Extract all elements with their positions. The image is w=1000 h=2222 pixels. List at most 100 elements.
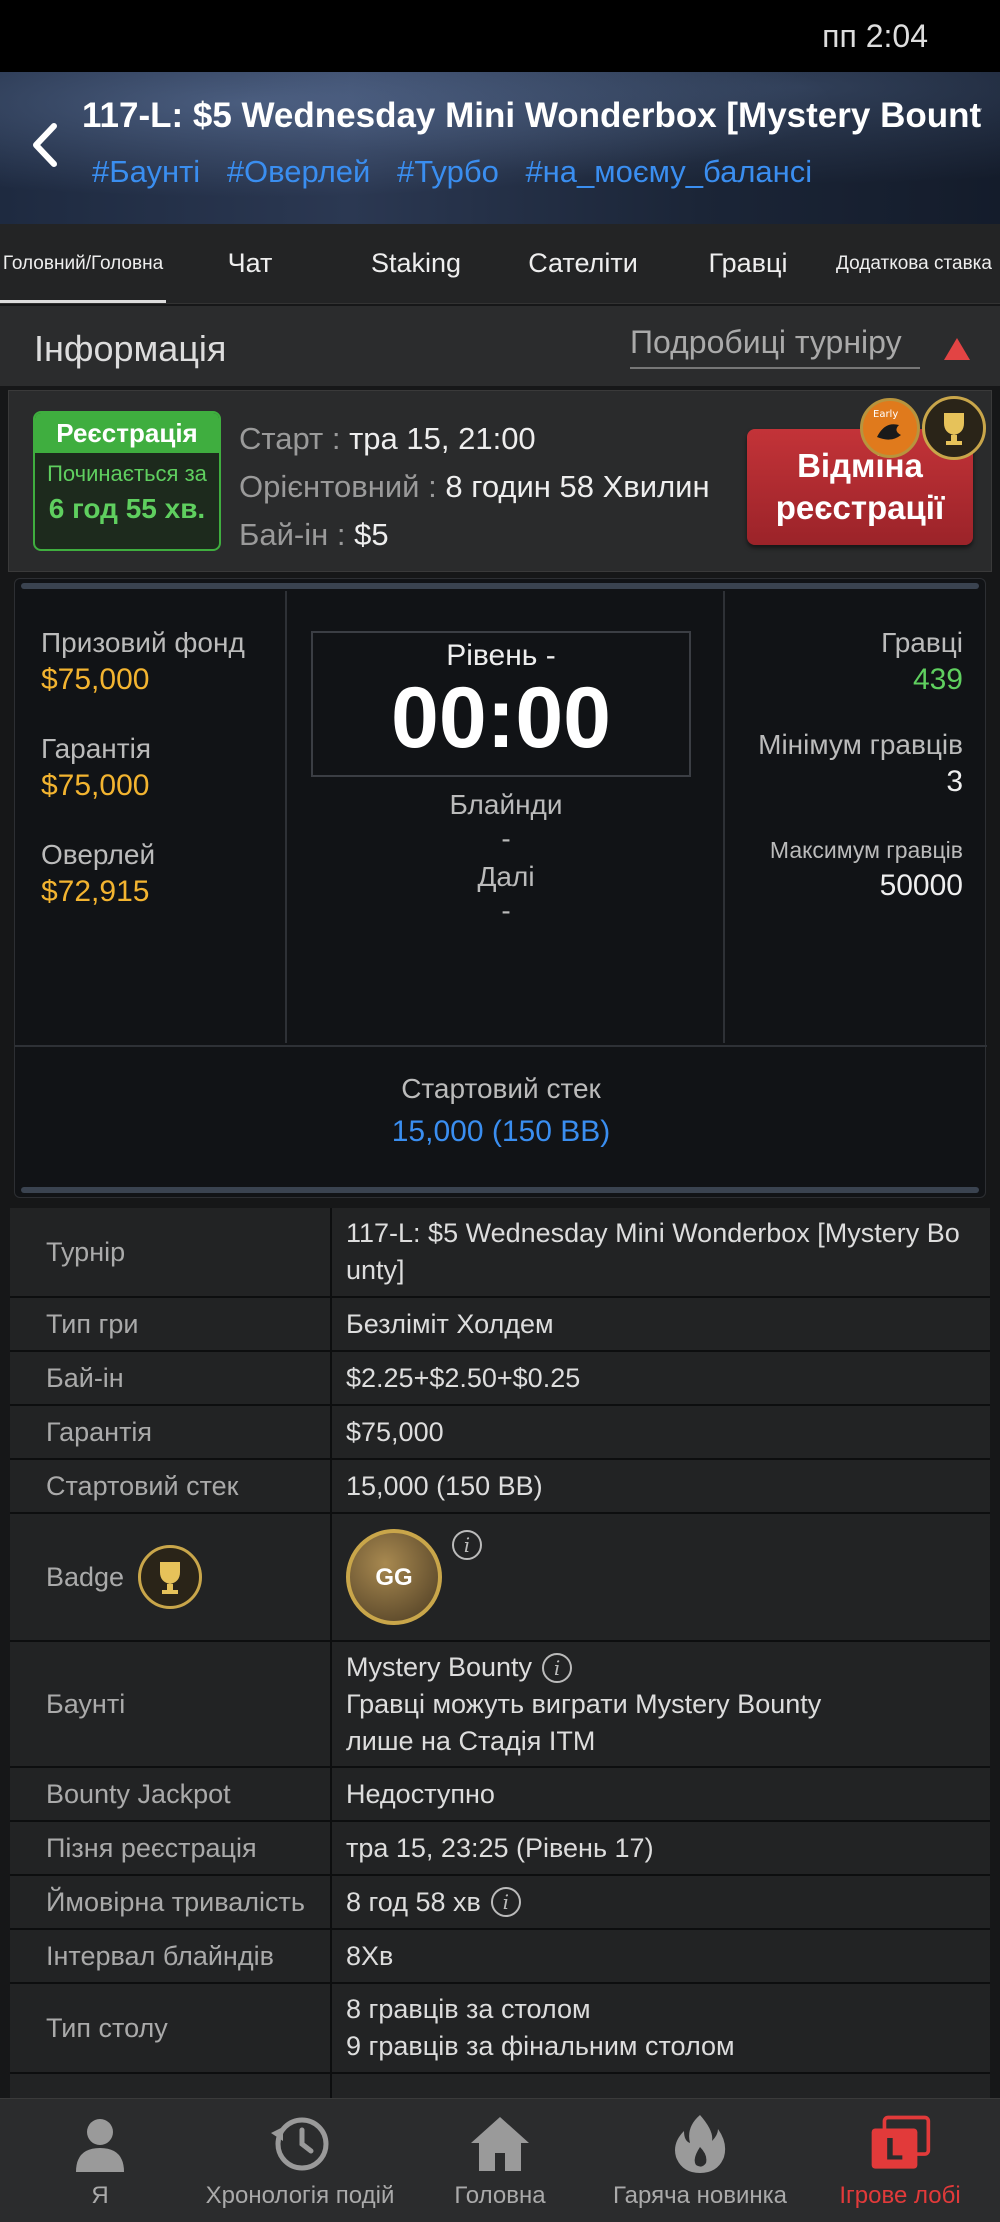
cancel-label-line2: реєстрації [775, 489, 945, 526]
nav-label: Хронологія подій [205, 2182, 395, 2209]
row-label: Тип гри [10, 1298, 332, 1350]
gg-badge-icon[interactable]: GG [346, 1529, 442, 1625]
estimated-label: Орієнтовний : [239, 469, 437, 504]
row-value: Безліміт Холдем [346, 1308, 554, 1339]
starting-stack-label: Стартовий стек [401, 1073, 601, 1104]
info-icon[interactable]: i [542, 1653, 573, 1684]
level-label: Рівень - [446, 639, 556, 672]
row-value: 8 гравців за столом 9 гравців за фінальн… [332, 1984, 990, 2072]
tournament-details-table: Турнір 117-L: $5 Wednesday Mini Wonderbo… [10, 1208, 990, 2104]
section-title: Інформація [34, 328, 227, 369]
table-row: Стартовий стек 15,000 (150 BB) [10, 1460, 990, 1514]
tournament-stats-panel: Призовий фонд $75,000 Гарантія $75,000 О… [14, 578, 987, 1198]
nav-label: Головна [454, 2182, 546, 2209]
row-label: Пізня реєстрація [10, 1822, 332, 1874]
tab-bar: Головний/Головна Чат Staking Сателіти Гр… [0, 224, 1000, 304]
next-value: - [501, 895, 511, 926]
row-label: Гарантія [10, 1406, 332, 1458]
status-time: пп 2:04 [822, 18, 928, 54]
nav-item-me[interactable]: Я [0, 2099, 200, 2222]
nav-item-history[interactable]: Хронологія подій [200, 2099, 400, 2222]
table-row: Badge GG i [10, 1514, 990, 1642]
tab-main[interactable]: Головний/Головна [0, 224, 166, 303]
row-value: Недоступно [346, 1778, 495, 1809]
start-label: Старт : [239, 421, 341, 456]
row-value: $2.25+$2.50+$0.25 [346, 1362, 581, 1393]
row-label: Ймовірна тривалість [10, 1876, 332, 1928]
players-label: Гравці [881, 627, 963, 658]
table-type-line: 9 гравців за фінальним столом [346, 2031, 735, 2061]
bounty-description: Гравці можуть виграти Mystery Bounty [346, 1688, 822, 1719]
row-value: GG i [332, 1514, 990, 1640]
user-icon [68, 2112, 132, 2176]
tab-satellites[interactable]: Сателіти [498, 224, 668, 303]
guarantee-value: $75,000 [41, 769, 150, 802]
tab-chat[interactable]: Чат [166, 224, 334, 303]
nav-label: Я [91, 2182, 109, 2209]
nav-label: Гаряча новинка [613, 2182, 787, 2209]
nav-item-lobby[interactable]: L Ігрове лобі [800, 2099, 1000, 2222]
registration-badge-subtitle: Починається за [47, 461, 207, 486]
tag-item[interactable]: #на_моєму_балансі [525, 154, 812, 189]
row-value: тра 15, 23:25 (Рівень 17) [346, 1832, 654, 1863]
row-value: Mystery Bounty i Гравці можуть виграти My… [332, 1642, 990, 1766]
table-row: Пізня реєстрація тра 15, 23:25 (Рівень 1… [10, 1822, 990, 1876]
nav-label: Ігрове лобі [839, 2182, 961, 2209]
buyin-label: Бай-ін : [239, 517, 346, 552]
starting-stack-value: 15,000 (150 BB) [391, 1115, 611, 1148]
table-row: Турнір 117-L: $5 Wednesday Mini Wonderbo… [10, 1208, 990, 1298]
info-icon[interactable]: i [452, 1530, 482, 1560]
tag-list: #Баунті #Оверлей #Турбо #на_моєму_баланс… [92, 154, 830, 190]
min-players-label: Мінімум гравців [758, 729, 963, 760]
bounty-description: лише на Стадія ITM [346, 1725, 596, 1756]
table-row: Bounty Jackpot Недоступно [10, 1768, 990, 1822]
bounty-type: Mystery Bounty [346, 1651, 533, 1682]
registration-panel: Реєстрація Починається за 6 год 55 хв. С… [8, 390, 992, 572]
early-badge-text: Early [873, 409, 898, 420]
row-label: Тип столу [10, 1984, 332, 2072]
tab-staking[interactable]: Staking [334, 224, 498, 303]
max-players-label: Максимум гравців [769, 837, 963, 863]
row-label: Інтервал блайндів [10, 1930, 332, 1982]
overlay-value: $72,915 [41, 875, 150, 908]
nav-item-hot-new[interactable]: Гаряча новинка [600, 2099, 800, 2222]
tag-item[interactable]: #Баунті [92, 154, 200, 189]
tournament-details-dropdown[interactable]: Подробиці турніру [630, 324, 920, 369]
trophy-icon [922, 396, 986, 460]
registration-info: Старт : тра 15, 21:00 Орієнтовний : 8 го… [239, 415, 710, 559]
back-button[interactable] [22, 117, 68, 173]
table-row: Інтервал блайндів 8Хв [10, 1930, 990, 1984]
table-type-line: 8 гравців за столом [346, 1994, 591, 2024]
row-value: 15,000 (150 BB) [346, 1470, 543, 1501]
collapse-arrow-icon[interactable] [944, 338, 970, 360]
buyin-value: $5 [354, 517, 389, 552]
stats-divider [21, 1187, 979, 1193]
players-count: 439 [912, 663, 963, 696]
row-label: Баунті [10, 1642, 332, 1766]
blinds-value: - [501, 823, 511, 854]
guarantee-label: Гарантія [41, 733, 151, 764]
tag-item[interactable]: #Турбо [397, 154, 499, 189]
tab-players[interactable]: Гравці [668, 224, 828, 303]
overlay-label: Оверлей [41, 839, 156, 870]
row-label: Турнір [10, 1208, 332, 1296]
info-icon[interactable]: i [490, 1887, 521, 1917]
row-value: 117-L: $5 Wednesday Mini Wonderbox [Myst… [332, 1208, 990, 1296]
registration-countdown: 6 год 55 хв. [48, 493, 206, 524]
registration-status-badge: Реєстрація Починається за 6 год 55 хв. [33, 411, 221, 551]
trophy-icon [138, 1545, 203, 1609]
registration-badge-title: Реєстрація [35, 413, 219, 453]
prize-column: Призовий фонд $75,000 Гарантія $75,000 О… [15, 591, 287, 1043]
tournament-name-line: 117-L: $5 Wednesday Mini Wonderbox [Myst… [346, 1218, 960, 1248]
table-row: Бай-ін $2.25+$2.50+$0.25 [10, 1352, 990, 1406]
nav-item-home[interactable]: Головна [400, 2099, 600, 2222]
row-label: Бай-ін [10, 1352, 332, 1404]
fire-icon [668, 2112, 732, 2176]
tab-side-bet[interactable]: Додаткова ставка [828, 224, 1000, 303]
table-row: Гарантія $75,000 [10, 1406, 990, 1460]
min-players-value: 3 [946, 765, 963, 798]
status-bar: пп 2:04 [0, 0, 1000, 72]
tag-item[interactable]: #Оверлей [227, 154, 371, 189]
table-row: Тип столу 8 гравців за столом 9 гравців … [10, 1984, 990, 2074]
max-players-value: 50000 [879, 869, 963, 902]
